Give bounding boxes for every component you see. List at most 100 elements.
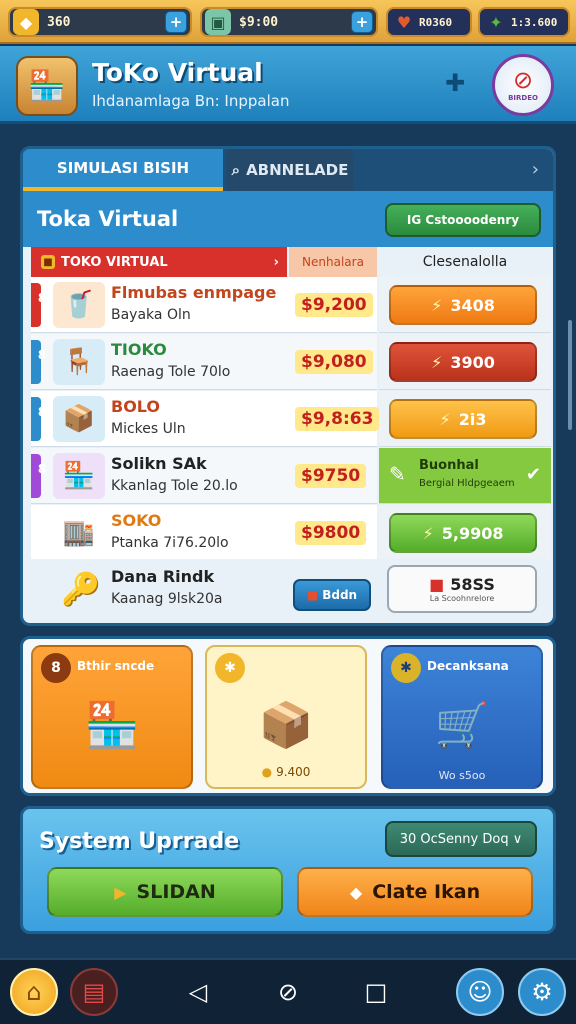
tab-label: SIMULASI BISIH [56, 159, 190, 177]
column-header-store[interactable]: ■ TOKO VIRTUAL › [31, 247, 287, 277]
card-badge: ✱ [215, 653, 245, 683]
panel-title: Toka Virtual [37, 207, 179, 231]
row-marker [31, 283, 41, 327]
tab-second[interactable]: ⌕ ABNNELADE [227, 149, 353, 191]
button-label: SLIDAN [136, 881, 216, 903]
upgrade-right-button[interactable]: ◆ Clate Ikan [297, 867, 533, 917]
gold-coin-icon: ◆ [13, 9, 39, 35]
square-icon[interactable]: □ [352, 968, 400, 1016]
item-desc: Kkanlag Tole 20.lo [111, 478, 238, 494]
item-name: TIOKO [111, 340, 167, 359]
panel-header: Toka Virtual IG Cstoooodenry [23, 191, 553, 247]
row-info[interactable]: 🏬 SOKO Ptanka 7i76.20lo $9800 [31, 505, 377, 561]
chevron-right-icon[interactable]: › [532, 159, 539, 180]
action-cell: ⚡ 3900 [379, 334, 551, 390]
card-badge: ✱ [391, 653, 421, 683]
green-cash-resource: ✦ 1:3.600 [478, 7, 570, 37]
gold-value: 360 [47, 14, 71, 30]
category-card-store[interactable]: 8 Bthir sncde 🏪 [31, 645, 193, 789]
cash-value: $9:00 [239, 14, 279, 30]
lightning-icon: ⚡ [422, 523, 434, 543]
row-number: 8 [37, 291, 47, 305]
store-icon: ■ [41, 255, 55, 269]
scrollbar[interactable] [568, 320, 572, 430]
price-value: 9.400 [276, 765, 311, 779]
tab-simulasi[interactable]: SIMULASI BISIH [23, 149, 223, 191]
shop-logo: 🏪 [16, 56, 78, 116]
buy-button[interactable]: ⚡ 3900 [389, 342, 537, 382]
chevron-right-icon: › [273, 254, 279, 270]
row-number: 8 [37, 462, 47, 476]
market-stall-icon: 🏪 [84, 700, 140, 751]
row-info[interactable]: 8 🏪 Solikn SAk Kkanlag Tole 20.lo $9750 [31, 448, 377, 504]
compass-icon[interactable]: ⊘ [264, 968, 312, 1016]
table-row: 8 🏪 Solikn SAk Kkanlag Tole 20.lo $9750 … [31, 448, 551, 504]
add-cash-button[interactable]: + [351, 11, 373, 33]
card-title: Bthir sncde [77, 659, 155, 673]
category-cards: 8 Bthir sncde 🏪 ✱ 📦 ● 9.400 ✱ Decanksana … [20, 636, 556, 796]
item-icon: 🏪 [53, 453, 105, 499]
highlight-sub: Bergial Hldpgeaem [419, 478, 515, 489]
card-price: ● 9.400 [207, 765, 365, 779]
white-action-button[interactable]: ■ 58SS La Scoohnrelore [387, 565, 537, 613]
boxes-icon: 📦 [258, 700, 314, 751]
card-title: Decanksana [427, 659, 509, 673]
puzzle-icon[interactable]: ✚ [440, 68, 470, 98]
button-label: 2i3 [458, 409, 487, 429]
button-sublabel: La Scoohnrelore [429, 594, 495, 603]
main-panel: SIMULASI BISIH ⌕ ABNNELADE › Toka Virtual… [20, 146, 556, 626]
upgrade-title: System Uprrade [39, 829, 240, 854]
buy-button[interactable]: ⚡ 5,9908 [389, 513, 537, 553]
tab-bar: SIMULASI BISIH ⌕ ABNNELADE › [23, 149, 553, 191]
category-card-goods[interactable]: ✱ 📦 ● 9.400 [205, 645, 367, 789]
upgrade-left-button[interactable]: ▶ SLIDAN [47, 867, 283, 917]
row-number: 8 [37, 348, 47, 362]
chat-icon[interactable]: ☺ [456, 968, 504, 1016]
upgrade-dropdown[interactable]: 30 OcSenny Doq ∨ [385, 821, 537, 857]
row-marker [31, 397, 41, 441]
add-gold-button[interactable]: + [165, 11, 187, 33]
card-badge: 8 [41, 653, 71, 683]
small-action-button[interactable]: ■ Bddn [293, 579, 371, 611]
gear-icon[interactable]: ⚙ [518, 968, 566, 1016]
item-icon: 🪑 [53, 339, 105, 385]
gem-resource: ♥ R0360 [386, 7, 472, 37]
table-row: 8 🥤 Flmubas enmpage Bayaka Oln $9,200 ⚡ 3… [31, 277, 551, 333]
item-desc: Kaanag 9lsk20a [111, 591, 223, 607]
column-header-price[interactable]: Nenhalara [289, 247, 377, 277]
back-icon[interactable]: ◁ [174, 968, 222, 1016]
highlight-name: Buonhal [419, 458, 479, 473]
buy-button[interactable]: ⚡ 2i3 [389, 399, 537, 439]
highlight-cell[interactable]: ✎ Buonhal Bergial Hldpgeaem ✔ [379, 448, 551, 504]
action-cell: ⚡ 2i3 [379, 391, 551, 447]
level-badge[interactable]: ⊘ BIRDEO [492, 54, 554, 116]
item-price: $9,8:63 [295, 407, 380, 431]
cash-resource: ▣ $9:00 + [200, 7, 378, 37]
table-row: 8 🪑 TIOKO Raenag Tole 70lo $9,080 ⚡ 3900 [31, 334, 551, 390]
item-icon: 🥤 [53, 282, 105, 328]
box-icon: ■ [306, 588, 319, 602]
panel-action-button[interactable]: IG Cstoooodenry [385, 203, 541, 237]
row-info[interactable]: 8 📦 BOLO Mickes Uln $9,8:63 [31, 391, 380, 447]
item-name: Dana Rindk [111, 567, 215, 586]
list-item: 🔑 Dana Rindk Kaanag 9lsk20a ■ Bddn ■ 58SS … [31, 559, 551, 619]
search-icon: ⌕ [231, 161, 241, 179]
receipt-icon[interactable]: ▤ [70, 968, 118, 1016]
lightning-icon: ⚡ [431, 352, 443, 372]
table-row: 🏬 SOKO Ptanka 7i76.20lo $9800 ⚡ 5,9908 [31, 505, 551, 561]
action-cell: ⚡ 5,9908 [379, 505, 551, 561]
check-icon: ✔ [525, 464, 541, 485]
green-cash-icon: ✦ [489, 12, 503, 32]
home-icon[interactable]: ⌂ [10, 968, 58, 1016]
row-info[interactable]: 8 🪑 TIOKO Raenag Tole 70lo $9,080 [31, 334, 377, 390]
button-label: 5,9908 [441, 523, 504, 543]
button-label: 58SS [450, 575, 495, 594]
buy-button[interactable]: ⚡ 3408 [389, 285, 537, 325]
tab-label: ABNNELADE [246, 161, 349, 179]
lightning-icon: ⚡ [439, 409, 451, 429]
category-card-cart[interactable]: ✱ Decanksana 🛒 Wo s5oo [381, 645, 543, 789]
row-info[interactable]: 8 🥤 Flmubas enmpage Bayaka Oln $9,200 [31, 277, 377, 333]
item-name: Flmubas enmpage [111, 283, 277, 302]
row-marker [31, 454, 41, 498]
button-label: Clate Ikan [372, 881, 481, 903]
